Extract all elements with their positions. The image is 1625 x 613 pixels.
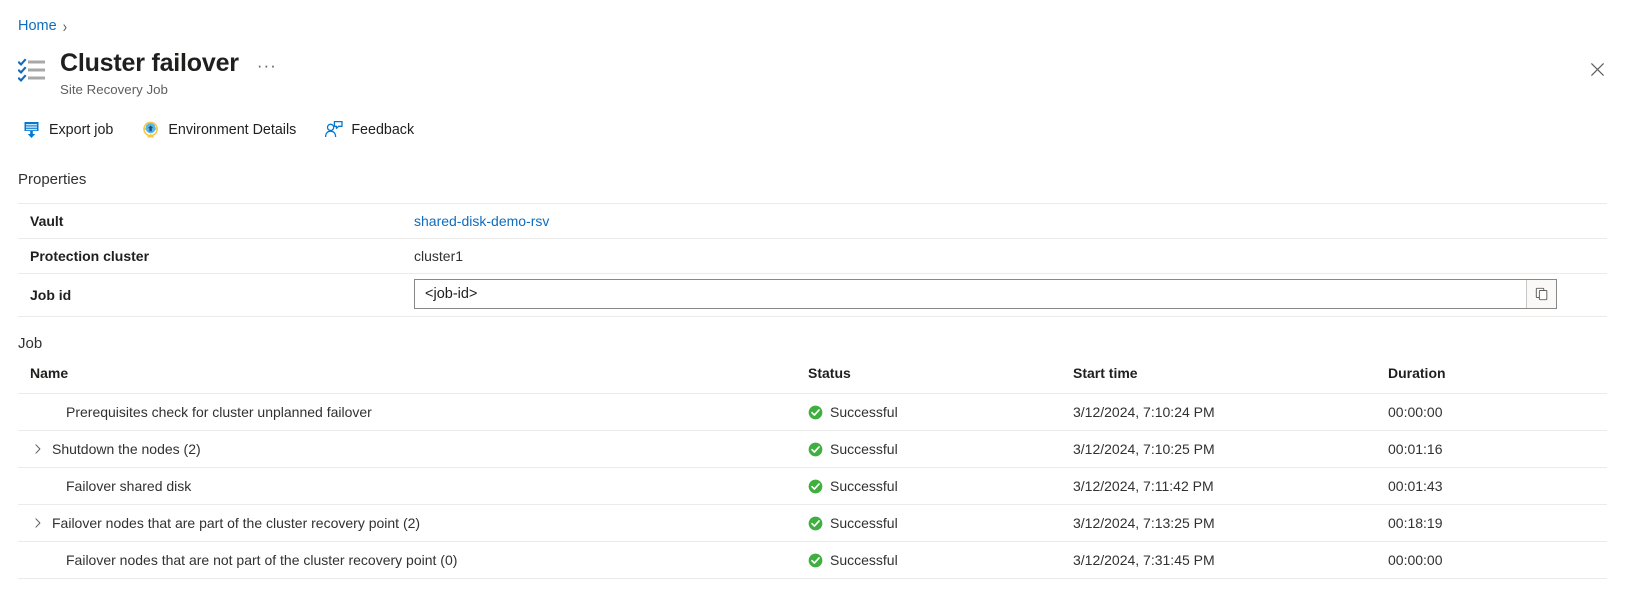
job-step-name: Failover shared disk [66,478,191,494]
job-heading: Job [18,335,42,352]
vault-link[interactable]: shared-disk-demo-rsv [414,213,549,229]
job-step-duration: 00:00:00 [1388,542,1607,579]
job-step-name: Failover nodes that are part of the clus… [52,515,420,531]
properties-table: Vault shared-disk-demo-rsv Protection cl… [18,203,1607,317]
environment-details-button[interactable]: Environment Details [137,116,306,143]
table-header-row: Name Status Start time Duration [18,365,1607,394]
job-step-name: Shutdown the nodes (2) [52,441,201,457]
job-step-start-time: 3/12/2024, 7:31:45 PM [1073,542,1388,579]
success-check-icon [808,442,823,457]
property-value-vault: shared-disk-demo-rsv [414,204,1607,239]
table-row[interactable]: Failover nodes that are not part of the … [18,542,1607,579]
column-header-name: Name [18,365,808,394]
globe-icon [141,120,160,139]
properties-heading: Properties [18,171,86,188]
status-badge: Successful [808,404,1073,420]
property-value-protection-cluster: cluster1 [414,239,1607,274]
job-id-input[interactable] [415,280,1526,308]
table-row: Protection cluster cluster1 [18,239,1607,274]
status-label: Successful [830,552,898,568]
environment-details-label: Environment Details [168,122,296,138]
table-row[interactable]: Failover shared disk Successful 3/12/202… [18,468,1607,505]
job-step-start-time: 3/12/2024, 7:10:24 PM [1073,394,1388,431]
job-step-start-time: 3/12/2024, 7:11:42 PM [1073,468,1388,505]
success-check-icon [808,479,823,494]
job-step-name-cell: Failover nodes that are part of the clus… [18,515,808,531]
table-row[interactable]: Prerequisites check for cluster unplanne… [18,394,1607,431]
page-title: Cluster failover [60,48,239,79]
success-check-icon [808,405,823,420]
success-check-icon [808,553,823,568]
job-step-duration: 00:18:19 [1388,505,1607,542]
column-header-start-time: Start time [1073,365,1388,394]
job-step-start-time: 3/12/2024, 7:10:25 PM [1073,431,1388,468]
success-check-icon [808,516,823,531]
status-label: Successful [830,515,898,531]
breadcrumb: Home › [18,19,67,34]
export-job-button[interactable]: Export job [18,116,123,143]
table-row[interactable]: Failover nodes that are part of the clus… [18,505,1607,542]
property-label-protection-cluster: Protection cluster [18,239,414,274]
property-label-job-id: Job id [18,274,414,317]
feedback-button[interactable]: Feedback [320,116,424,143]
column-header-duration: Duration [1388,365,1607,394]
status-label: Successful [830,441,898,457]
job-step-duration: 00:01:16 [1388,431,1607,468]
close-icon[interactable] [1581,53,1613,85]
command-bar: Export job Environment Details Feedback [18,116,438,143]
status-badge: Successful [808,552,1073,568]
checklist-icon [18,57,48,87]
job-step-duration: 00:00:00 [1388,394,1607,431]
chevron-right-icon[interactable] [30,518,46,528]
more-options-button[interactable]: ··· [253,57,281,74]
job-step-duration: 00:01:43 [1388,468,1607,505]
table-row: Vault shared-disk-demo-rsv [18,204,1607,239]
export-job-icon [22,120,41,139]
page-header: Cluster failover ··· Site Recovery Job [18,48,281,97]
property-label-vault: Vault [18,204,414,239]
property-value-job-id [414,274,1607,317]
status-badge: Successful [808,515,1073,531]
job-id-field[interactable] [414,279,1557,309]
feedback-person-icon [324,120,343,139]
table-row[interactable]: Shutdown the nodes (2) Successful 3/12/2… [18,431,1607,468]
job-step-name-cell: Prerequisites check for cluster unplanne… [18,404,808,420]
status-badge: Successful [808,478,1073,494]
job-step-name-cell: Failover shared disk [18,478,808,494]
export-job-label: Export job [49,122,113,138]
job-step-name: Prerequisites check for cluster unplanne… [66,404,372,420]
status-badge: Successful [808,441,1073,457]
job-step-name: Failover nodes that are not part of the … [66,552,457,568]
job-steps-table: Name Status Start time Duration Prerequi… [18,365,1607,579]
copy-icon[interactable] [1526,280,1556,308]
column-header-status: Status [808,365,1073,394]
chevron-right-icon[interactable] [30,444,46,454]
job-step-start-time: 3/12/2024, 7:13:25 PM [1073,505,1388,542]
table-row: Job id [18,274,1607,317]
breadcrumb-home-link[interactable]: Home [18,19,57,34]
page-subtitle: Site Recovery Job [60,82,281,97]
job-step-name-cell: Failover nodes that are not part of the … [18,552,808,568]
feedback-label: Feedback [351,122,414,138]
job-step-name-cell: Shutdown the nodes (2) [18,441,808,457]
status-label: Successful [830,404,898,420]
status-label: Successful [830,478,898,494]
breadcrumb-separator-icon: › [63,18,67,34]
